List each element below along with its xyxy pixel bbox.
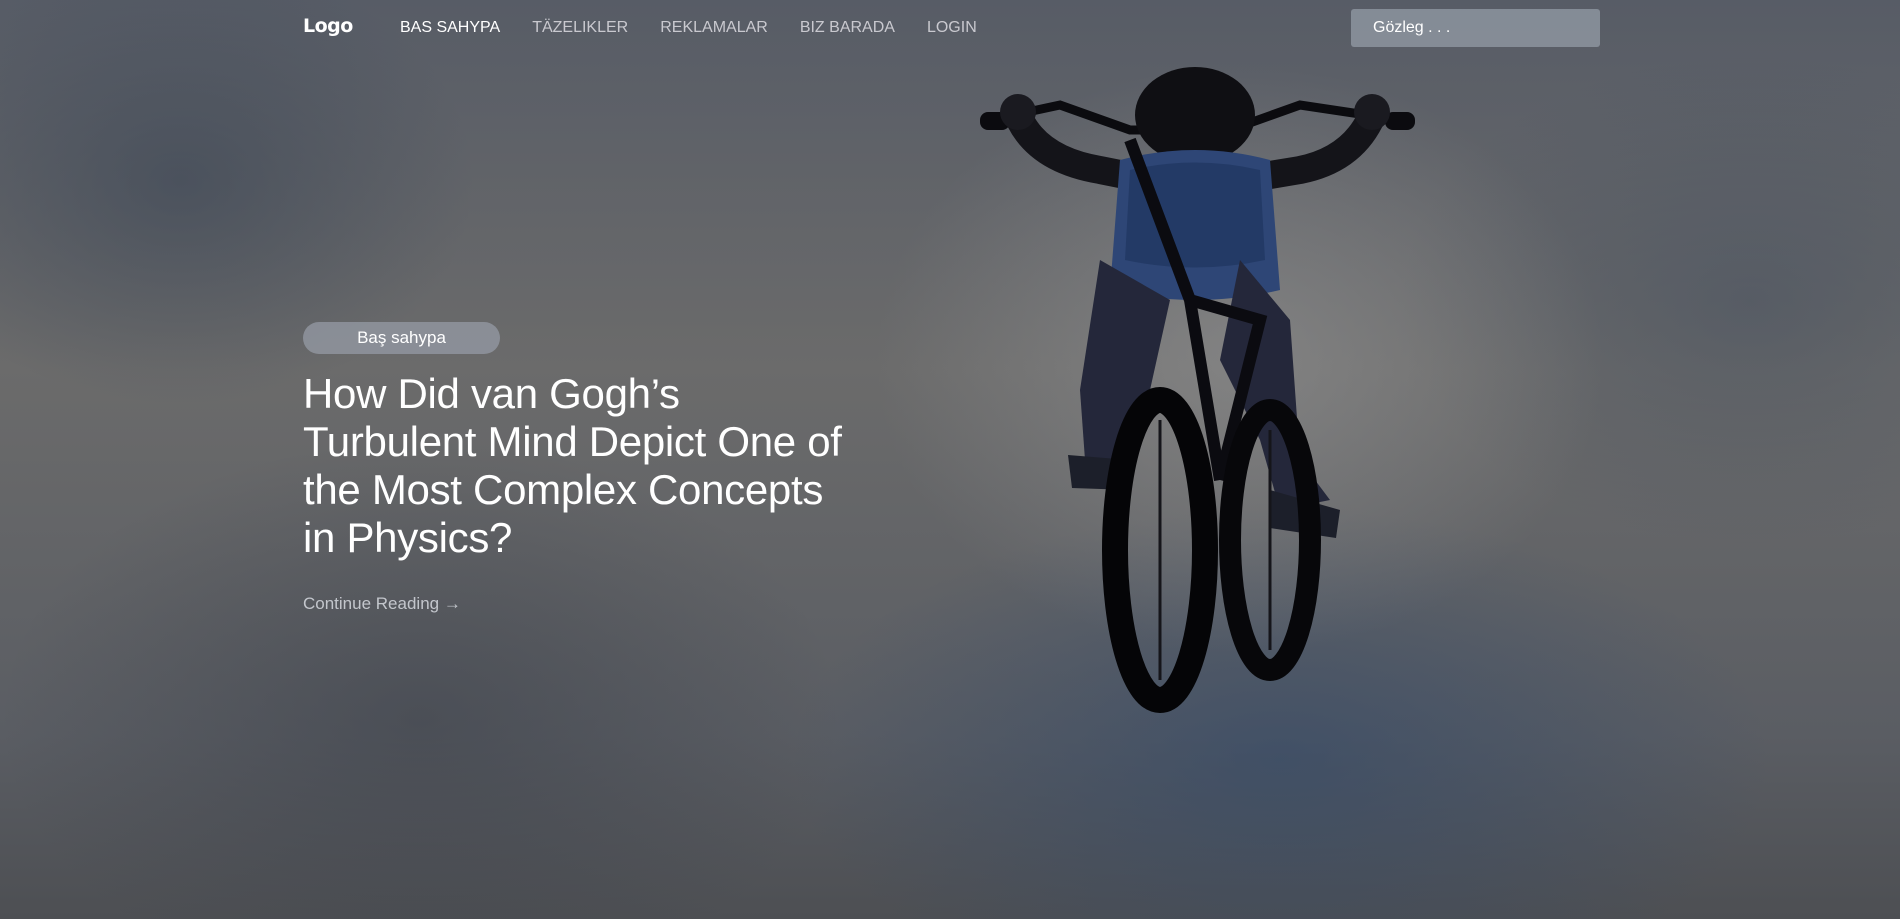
nav-link-ads[interactable]: REKLAMALAR: [660, 18, 768, 38]
menu-item-login: LOGIN: [927, 18, 1009, 38]
top-navigation: Logo BAS SAHYPA TÄZELIKLER REKLAMALAR BI…: [0, 0, 1900, 56]
main-menu: BAS SAHYPA TÄZELIKLER REKLAMALAR BIZ BAR…: [400, 18, 1009, 38]
site-logo[interactable]: Logo: [303, 15, 353, 37]
nav-link-news[interactable]: TÄZELIKLER: [532, 18, 628, 38]
menu-item-about: BIZ BARADA: [800, 18, 927, 38]
menu-item-news: TÄZELIKLER: [532, 18, 660, 38]
nav-link-about[interactable]: BIZ BARADA: [800, 18, 895, 38]
nav-link-home[interactable]: BAS SAHYPA: [400, 18, 500, 38]
bmx-rider-image: [980, 67, 1415, 713]
nav-link-login[interactable]: LOGIN: [927, 18, 977, 38]
hero-background: Logo BAS SAHYPA TÄZELIKLER REKLAMALAR BI…: [0, 0, 1900, 919]
menu-item-ads: REKLAMALAR: [660, 18, 800, 38]
continue-reading-link[interactable]: Continue Reading →: [303, 594, 461, 614]
category-badge[interactable]: Baş sahypa: [303, 322, 500, 354]
article-headline: How Did van Gogh’s Turbulent Mind Depict…: [303, 370, 842, 561]
menu-item-home: BAS SAHYPA: [400, 18, 532, 38]
search-input[interactable]: [1351, 9, 1600, 47]
